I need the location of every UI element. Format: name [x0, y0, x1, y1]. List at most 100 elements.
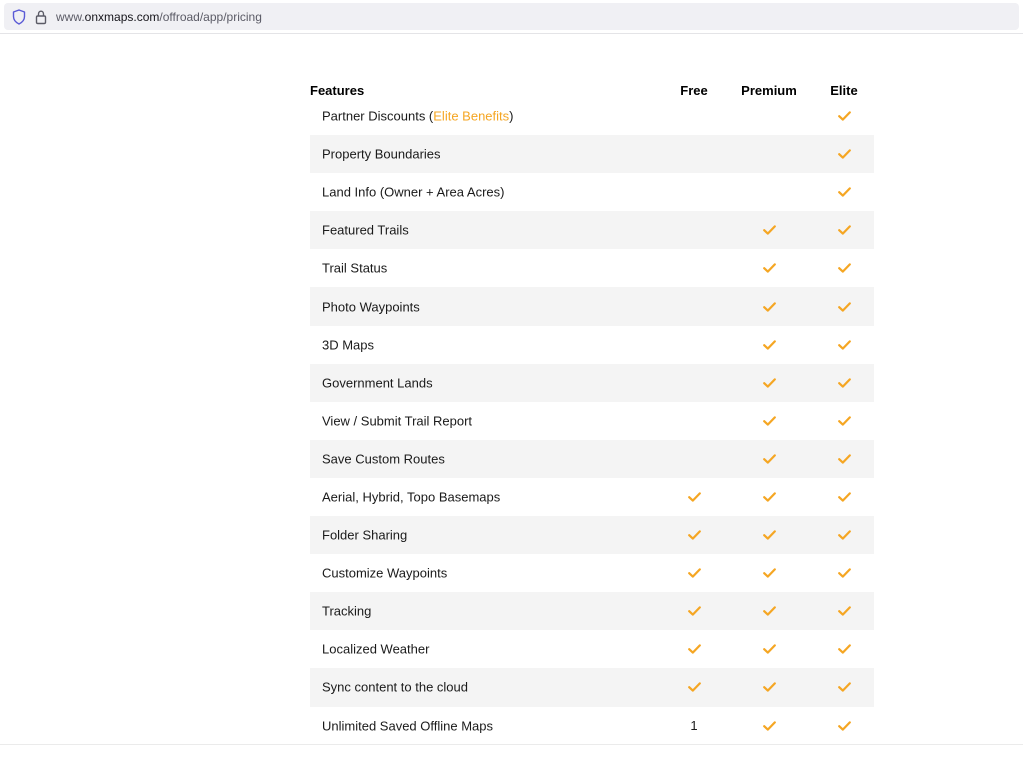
check-icon [837, 644, 851, 655]
elite-cell [804, 287, 884, 325]
free-cell [654, 440, 734, 478]
table-row: Aerial, Hybrid, Topo Basemaps [310, 478, 874, 516]
check-icon [687, 644, 701, 655]
check-icon [837, 225, 851, 236]
premium-cell [729, 364, 809, 402]
check-icon [837, 454, 851, 464]
free-cell [654, 402, 734, 440]
elite-cell [804, 364, 884, 402]
free-cell [654, 173, 734, 211]
premium-cell [729, 249, 809, 287]
check-icon [762, 378, 776, 388]
check-icon [837, 301, 851, 312]
premium-cell [729, 211, 809, 249]
premium-cell [729, 173, 809, 211]
free-cell [654, 249, 734, 287]
premium-cell [729, 707, 809, 745]
check-icon [837, 263, 851, 274]
elite-cell [804, 173, 884, 211]
feature-label-suffix: ) [509, 108, 514, 124]
feature-label: Sync content to the cloud [322, 679, 468, 695]
header-elite: Elite [830, 83, 858, 98]
free-cell [654, 135, 734, 173]
shield-icon[interactable] [12, 9, 26, 25]
table-row: Partner Discounts (Elite Benefits) [310, 97, 874, 135]
elite-cell [804, 249, 884, 287]
check-icon [837, 682, 851, 693]
elite-cell [804, 478, 884, 516]
premium-cell [729, 287, 809, 325]
table-row: View / Submit Trail Report [310, 402, 874, 440]
elite-cell [804, 516, 884, 554]
check-icon [837, 530, 851, 540]
free-cell [654, 630, 734, 668]
url-prefix: www. [56, 10, 85, 24]
free-cell [654, 326, 734, 364]
check-icon [687, 530, 701, 540]
lock-icon[interactable] [34, 9, 48, 25]
elite-cell [804, 440, 884, 478]
feature-label: 3D Maps [322, 337, 375, 353]
check-icon [837, 149, 851, 159]
free-cell [654, 592, 734, 630]
header-free: Free [680, 83, 708, 98]
feature-label: Property Boundaries [322, 146, 441, 162]
check-icon [837, 339, 851, 350]
table-row: Property Boundaries [310, 135, 874, 174]
features-comparison-table: Features Free Premium Elite Partner Disc… [310, 80, 874, 733]
address-bar[interactable]: www.onxmaps.com/offroad/app/pricing [4, 3, 1019, 30]
check-icon [687, 682, 701, 693]
elite-cell [804, 554, 884, 592]
feature-label: Save Custom Routes [322, 451, 445, 467]
free-cell: 1 [654, 707, 734, 745]
table-row: Tracking [310, 592, 874, 631]
table-row: Photo Waypoints [310, 287, 874, 326]
premium-cell [729, 440, 809, 478]
premium-cell [729, 402, 809, 440]
check-icon [837, 416, 851, 426]
check-icon [687, 568, 701, 578]
free-cell [654, 287, 734, 325]
check-icon [762, 644, 776, 655]
check-icon [837, 568, 851, 578]
free-cell [654, 364, 734, 402]
check-icon [762, 682, 776, 693]
elite-benefits-link[interactable]: Elite Benefits [433, 109, 509, 124]
check-icon [687, 492, 701, 502]
table-row: Land Info (Owner + Area Acres) [310, 173, 874, 211]
feature-label: Featured Trails [322, 222, 409, 238]
check-icon [762, 416, 776, 426]
elite-cell [804, 211, 884, 249]
elite-cell [804, 592, 884, 630]
url-host: onxmaps.com [84, 10, 160, 24]
elite-cell [804, 402, 884, 440]
premium-cell [729, 326, 809, 364]
url-path: /offroad/app/pricing [159, 10, 262, 24]
premium-cell [729, 554, 809, 592]
table-row: Localized Weather [310, 630, 874, 668]
url-text[interactable]: www.onxmaps.com/offroad/app/pricing [56, 9, 262, 25]
feature-label: Partner Discounts (Elite Benefits) [322, 109, 513, 124]
check-icon [837, 606, 851, 616]
check-icon [687, 606, 701, 616]
premium-cell [729, 135, 809, 173]
free-cell [654, 554, 734, 592]
elite-cell [804, 707, 884, 745]
table-row: Sync content to the cloud [310, 668, 874, 707]
feature-label: Trail Status [322, 260, 388, 276]
page-divider [0, 744, 1023, 745]
table-row: Unlimited Saved Offline Maps 1 [310, 707, 874, 745]
table-row: Save Custom Routes [310, 439, 874, 478]
feature-label: Aerial, Hybrid, Topo Basemaps [322, 489, 501, 505]
table-row: Government Lands [310, 363, 874, 402]
check-icon [837, 187, 851, 197]
free-cell [654, 478, 734, 516]
check-icon [762, 568, 776, 578]
check-icon [837, 492, 851, 502]
elite-cell [804, 97, 884, 135]
free-value: 1 [690, 718, 698, 734]
check-icon [762, 339, 776, 350]
feature-label: Land Info (Owner + Area Acres) [322, 184, 505, 200]
premium-cell [729, 668, 809, 706]
check-icon [762, 720, 776, 731]
